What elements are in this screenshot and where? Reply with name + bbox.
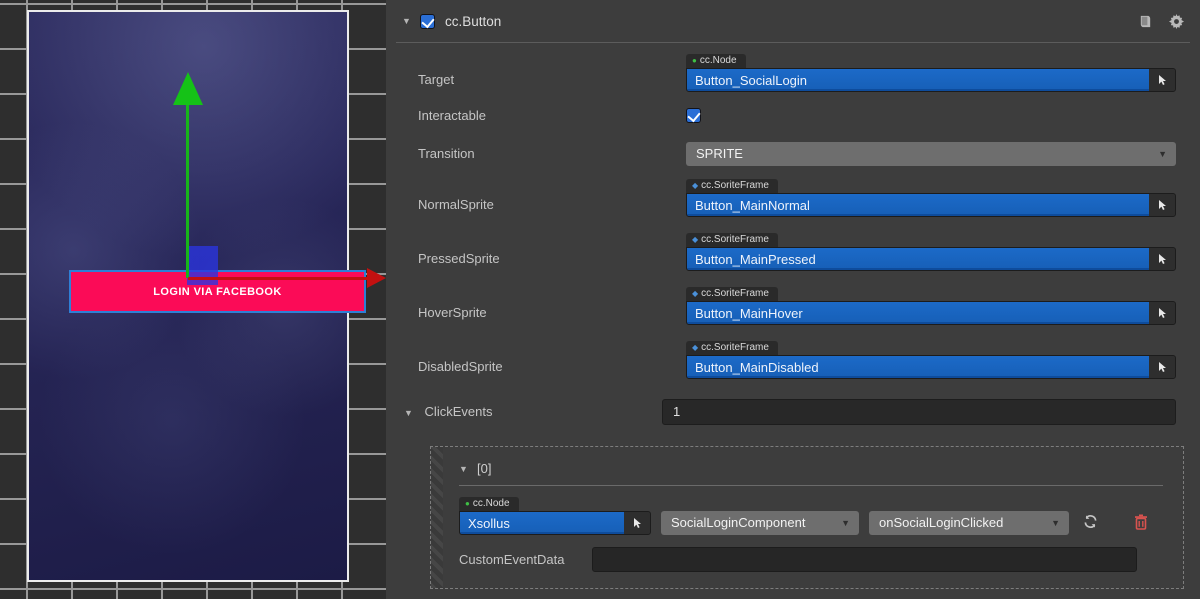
spriteframe-type-tag: ◆cc.SoriteFrame (686, 179, 778, 193)
scene-view[interactable]: LOGIN VIA FACEBOOK (0, 0, 386, 599)
component-title: cc.Button (445, 14, 501, 29)
custom-event-data-input[interactable] (592, 547, 1137, 572)
inspector-panel: ▼ cc.Button (386, 0, 1200, 599)
click-events-collapse-icon[interactable]: ▼ (404, 408, 413, 418)
spriteframe-type-tag: ◆cc.SoriteFrame (686, 287, 778, 301)
click-events-label: ClickEvents (425, 404, 493, 419)
event-component-dropdown[interactable]: SocialLoginComponent (661, 511, 859, 535)
click-events-count-field[interactable]: 1 (662, 399, 1176, 425)
pressed-sprite-field[interactable]: Button_MainPressed (687, 248, 1149, 270)
disabled-sprite-picker-icon[interactable] (1149, 356, 1175, 378)
node-type-icon: ● (692, 56, 697, 65)
custom-event-data-label: CustomEventData (459, 552, 592, 567)
collapse-arrow-icon[interactable]: ▼ (402, 16, 412, 26)
spriteframe-type-icon: ◆ (692, 235, 698, 244)
spriteframe-type-icon: ◆ (692, 181, 698, 190)
x-axis-arrow-icon[interactable] (367, 268, 386, 288)
target-label: Target (418, 68, 686, 92)
event-0-collapse-icon[interactable]: ▼ (459, 464, 469, 474)
pressed-sprite-row: PressedSprite ◆cc.SoriteFrame Button_Mai… (418, 230, 1176, 271)
click-events-row: ▼ ClickEvents 1 (418, 399, 1176, 426)
normal-sprite-label: NormalSprite (418, 193, 686, 217)
y-axis-line (186, 100, 189, 278)
help-doc-icon[interactable] (1138, 14, 1153, 29)
spriteframe-type-icon: ◆ (692, 289, 698, 298)
group-drag-handle[interactable] (431, 447, 443, 588)
event-node-type-tag: ●cc.Node (459, 497, 519, 511)
disabled-sprite-field[interactable]: Button_MainDisabled (687, 356, 1149, 378)
node-type-icon: ● (465, 499, 470, 508)
disabled-sprite-row: DisabledSprite ◆cc.SoriteFrame Button_Ma… (418, 338, 1176, 379)
click-event-0-group: ▼ [0] ●cc.Node Xsollus (430, 446, 1184, 589)
pressed-sprite-label: PressedSprite (418, 247, 686, 271)
event-0-divider (459, 485, 1163, 486)
settings-gear-icon[interactable] (1169, 14, 1184, 29)
event-handler-dropdown[interactable]: onSocialLoginClicked (869, 511, 1069, 535)
target-type-tag: ●cc.Node (686, 54, 746, 68)
login-button-label: LOGIN VIA FACEBOOK (153, 286, 281, 298)
hover-sprite-row: HoverSprite ◆cc.SoriteFrame Button_MainH… (418, 284, 1176, 325)
target-row: Target ●cc.Node Button_SocialLogin (418, 51, 1176, 92)
pressed-sprite-picker-icon[interactable] (1149, 248, 1175, 270)
event-0-index-label: [0] (477, 461, 491, 476)
target-reference-field[interactable]: Button_SocialLogin (687, 69, 1149, 91)
interactable-checkbox[interactable] (686, 108, 701, 123)
target-picker-icon[interactable] (1149, 69, 1175, 91)
component-enabled-checkbox[interactable] (420, 14, 435, 29)
hover-sprite-picker-icon[interactable] (1149, 302, 1175, 324)
spriteframe-type-icon: ◆ (692, 343, 698, 352)
component-header: ▼ cc.Button (386, 0, 1200, 42)
event-refresh-icon[interactable] (1079, 514, 1102, 532)
hover-sprite-label: HoverSprite (418, 301, 686, 325)
transition-row: Transition SPRITE (418, 142, 1176, 166)
spriteframe-type-tag: ◆cc.SoriteFrame (686, 233, 778, 247)
normal-sprite-row: NormalSprite ◆cc.SoriteFrame Button_Main… (418, 176, 1176, 217)
event-node-picker-icon[interactable] (624, 512, 650, 534)
disabled-sprite-label: DisabledSprite (418, 355, 686, 379)
interactable-row: Interactable (418, 108, 1176, 126)
spriteframe-type-tag: ◆cc.SoriteFrame (686, 341, 778, 355)
event-node-field[interactable]: Xsollus (460, 512, 624, 534)
interactable-label: Interactable (418, 108, 686, 126)
hover-sprite-field[interactable]: Button_MainHover (687, 302, 1149, 324)
event-delete-trash-icon[interactable] (1130, 514, 1152, 533)
transition-label: Transition (418, 142, 686, 166)
transition-dropdown[interactable]: SPRITE (686, 142, 1176, 166)
x-axis-line (188, 277, 369, 280)
normal-sprite-field[interactable]: Button_MainNormal (687, 194, 1149, 216)
normal-sprite-picker-icon[interactable] (1149, 194, 1175, 216)
editor-window: LOGIN VIA FACEBOOK ▼ cc.Button (0, 0, 1200, 599)
y-axis-arrow-icon[interactable] (173, 72, 203, 105)
